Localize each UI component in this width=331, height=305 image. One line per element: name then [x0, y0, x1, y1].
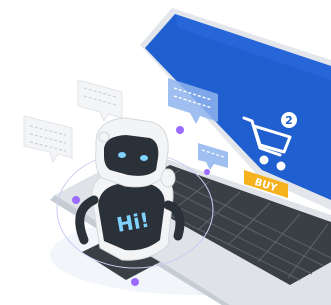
robot-eye: [118, 152, 126, 158]
orbit-dot: [72, 196, 80, 204]
robot-face-screen: [104, 135, 159, 176]
orbit-dot: [131, 278, 139, 286]
robot-ear: [160, 168, 176, 188]
chat-bubble-icon: [77, 79, 123, 123]
orbit-dot: [176, 126, 184, 134]
screen-chat-bubble-2: [198, 143, 228, 170]
robot-antenna: [98, 131, 110, 143]
orbit-dot: [204, 169, 210, 175]
robot-eye: [140, 155, 148, 161]
chatbot-laptop-illustration: 2 BUY Hi!: [23, 8, 331, 305]
cart-count-text: 2: [285, 114, 293, 127]
chat-bubble-icon: [23, 115, 73, 164]
